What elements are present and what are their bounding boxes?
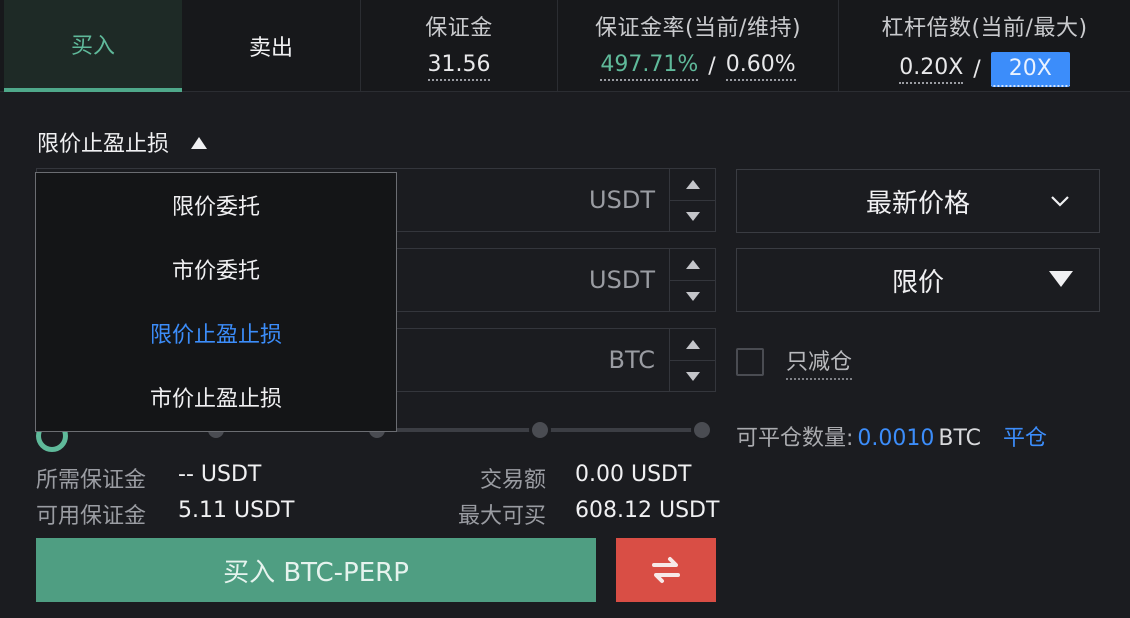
price-stepper xyxy=(669,169,715,231)
menu-item-limit-tpsl[interactable]: 限价止盈止损 xyxy=(36,301,396,365)
caret-up-icon xyxy=(685,180,700,189)
trigger-price-type-select[interactable]: 最新价格 xyxy=(736,169,1100,233)
menu-item-limit[interactable]: 限价委托 xyxy=(36,173,396,237)
max-buy: 最大可买 xyxy=(458,498,546,530)
reduce-only-checkbox[interactable] xyxy=(736,348,764,376)
caret-down-icon xyxy=(1049,271,1073,287)
reduce-only-row: 只减仓 xyxy=(736,344,853,380)
field-unit: BTC xyxy=(608,346,655,374)
trade-panel: 买入 卖出 保证金 31.56 保证金率(当前/维持) 497.71% / 0.… xyxy=(0,0,1130,618)
menu-item-market[interactable]: 市价委托 xyxy=(36,237,396,301)
slider-mark-100[interactable] xyxy=(691,419,713,441)
exec-type-select[interactable]: 限价 xyxy=(736,248,1100,312)
select-value: 最新价格 xyxy=(865,188,970,219)
trade-amount-label: 交易额 xyxy=(480,468,547,493)
closable-label: 可平仓数量: xyxy=(736,426,854,451)
caret-down-icon xyxy=(685,291,700,301)
margin-stat: 保证金 31.56 xyxy=(361,0,557,92)
menu-item-market-tpsl[interactable]: 市价止盈止损 xyxy=(36,365,396,429)
swap-button[interactable] xyxy=(616,538,716,602)
required-margin-value-wrap: -- USDT xyxy=(178,462,261,487)
tab-sell[interactable]: 卖出 xyxy=(182,0,360,92)
trade-header: 买入 卖出 保证金 31.56 保证金率(当前/维持) 497.71% / 0.… xyxy=(0,0,1130,92)
caret-up-icon xyxy=(685,260,700,269)
margin-label: 保证金 xyxy=(425,16,493,41)
chevron-down-icon xyxy=(1051,196,1069,207)
margin-ratio-stat: 保证金率(当前/维持) 497.71% / 0.60% xyxy=(558,0,838,92)
tab-sell-label: 卖出 xyxy=(248,36,293,61)
buy-button[interactable]: 买入 BTC-PERP xyxy=(36,538,596,602)
slider-mark-75[interactable] xyxy=(529,419,551,441)
decrement-button[interactable] xyxy=(670,200,715,231)
increment-button[interactable] xyxy=(670,169,715,200)
margin-ratio-maintenance[interactable]: 0.60% xyxy=(725,52,796,81)
caret-down-icon xyxy=(685,371,700,381)
caret-up-icon xyxy=(191,137,208,149)
max-buy-value: 608.12 USDT xyxy=(575,498,720,523)
margin-value[interactable]: 31.56 xyxy=(427,52,491,81)
leverage-stat: 杠杆倍数(当前/最大) 0.20X / 20X xyxy=(839,0,1130,92)
required-margin-label: 所需保证金 xyxy=(36,468,147,493)
available-margin-value: 5.11 USDT xyxy=(178,498,295,523)
required-margin: 所需保证金 xyxy=(36,462,146,494)
trade-amount-value: 0.00 USDT xyxy=(575,462,692,487)
increment-button[interactable] xyxy=(670,329,715,360)
order-type-selector[interactable]: 限价止盈止损 xyxy=(37,126,208,158)
trade-amount-value-wrap: 0.00 USDT xyxy=(575,462,691,487)
decrement-button[interactable] xyxy=(670,360,715,391)
order-type-label: 限价止盈止损 xyxy=(37,132,170,157)
close-position-link[interactable]: 平仓 xyxy=(1003,420,1047,452)
margin-ratio-current[interactable]: 497.71% xyxy=(600,52,699,81)
field-unit: USDT xyxy=(589,186,655,214)
available-margin: 可用保证金 xyxy=(36,498,146,530)
increment-button[interactable] xyxy=(670,249,715,280)
max-buy-label: 最大可买 xyxy=(458,504,547,529)
tab-buy[interactable]: 买入 xyxy=(4,0,182,92)
price-stepper xyxy=(669,249,715,311)
select-value: 限价 xyxy=(891,267,944,298)
caret-up-icon xyxy=(685,340,700,349)
leverage-max-button[interactable]: 20X xyxy=(990,52,1070,87)
tab-buy-label: 买入 xyxy=(70,34,115,59)
margin-ratio-label: 保证金率(当前/维持) xyxy=(594,16,802,41)
trade-amount: 交易额 xyxy=(480,462,546,494)
margin-ratio-separator: / xyxy=(708,54,716,79)
closable-unit: BTC xyxy=(938,426,982,451)
leverage-label: 杠杆倍数(当前/最大) xyxy=(881,16,1088,41)
leverage-separator: / xyxy=(973,57,981,82)
closable-quantity: 可平仓数量: 0.0010 BTC 平仓 xyxy=(736,420,1047,452)
leverage-current[interactable]: 0.20X xyxy=(899,55,964,84)
caret-down-icon xyxy=(685,211,700,221)
quantity-stepper xyxy=(669,329,715,391)
max-buy-value-wrap: 608.12 USDT xyxy=(575,498,719,523)
order-type-menu: 限价委托 市价委托 限价止盈止损 市价止盈止损 xyxy=(35,172,397,432)
decrement-button[interactable] xyxy=(670,280,715,311)
required-margin-value: -- USDT xyxy=(178,462,262,487)
field-unit: USDT xyxy=(589,266,655,294)
buy-button-label: 买入 BTC-PERP xyxy=(223,557,409,588)
available-margin-label: 可用保证金 xyxy=(36,504,147,529)
swap-arrows-icon xyxy=(652,557,680,583)
closable-value: 0.0010 xyxy=(857,426,935,451)
available-margin-value-wrap: 5.11 USDT xyxy=(178,498,294,523)
reduce-only-label[interactable]: 只减仓 xyxy=(786,344,853,380)
